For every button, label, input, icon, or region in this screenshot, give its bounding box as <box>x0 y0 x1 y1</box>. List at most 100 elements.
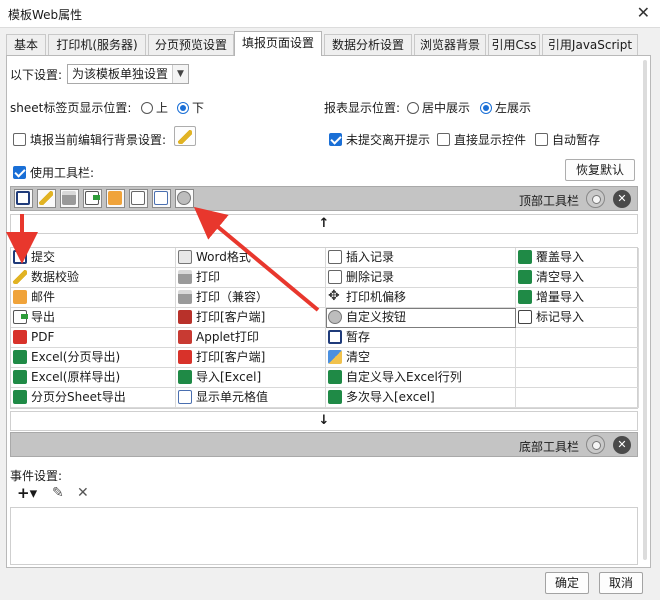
sheet-tab-position-label: sheet标签页显示位置: <box>10 101 132 115</box>
export-icon[interactable] <box>83 189 102 208</box>
tab-fill-page[interactable]: 填报页面设置 <box>234 31 322 56</box>
autosave-option[interactable]: 自动暂存 <box>535 131 600 148</box>
top-toolbar-remove-icon[interactable]: ✕ <box>613 190 631 208</box>
grid-button-item[interactable]: Applet打印 <box>176 328 326 348</box>
chevron-down-icon: ▼ <box>172 65 188 83</box>
tab-basic[interactable]: 基本 <box>6 34 46 55</box>
mail-icon <box>13 290 27 304</box>
grid-button-label: 打印（兼容） <box>196 290 269 304</box>
scrollbar[interactable] <box>643 60 647 560</box>
grid-button-item[interactable]: 插入记录 <box>326 248 516 268</box>
event-list[interactable] <box>10 507 638 565</box>
report-left-option[interactable]: 左展示 <box>480 99 531 116</box>
grid-button-item[interactable]: 自定义导入Excel行列 <box>326 368 516 388</box>
grid-button-label: 打印 <box>196 270 221 284</box>
applet-icon <box>178 330 192 344</box>
move-up-arrow[interactable]: ↑ <box>10 214 638 234</box>
edit-icon[interactable] <box>37 189 56 208</box>
fill-row-bg-option[interactable]: 填报当前编辑行背景设置: <box>13 131 166 148</box>
tree-icon[interactable] <box>129 189 148 208</box>
edit-event-icon[interactable]: ✎ <box>52 485 64 501</box>
print-glyph <box>62 191 76 205</box>
window-icon[interactable] <box>152 189 171 208</box>
plain-icon <box>178 390 192 404</box>
save-icon[interactable] <box>14 189 33 208</box>
insert-icon <box>328 270 342 284</box>
report-center-option[interactable]: 居中展示 <box>407 99 470 116</box>
grid-button-item[interactable]: 清空 <box>326 348 516 368</box>
grid-button-item[interactable]: 打印机偏移 <box>326 288 516 308</box>
grid-button-item[interactable]: 覆盖导入 <box>516 248 639 268</box>
tab-data-analysis[interactable]: 数据分析设置 <box>324 34 412 55</box>
tab-css[interactable]: 引用Css <box>488 34 540 55</box>
excel-icon <box>328 370 342 384</box>
top-toolbar-settings-icon[interactable] <box>586 189 605 208</box>
grid-button-item[interactable]: 增量导入 <box>516 288 639 308</box>
grid-button-item[interactable]: 自定义按钮 <box>326 308 516 328</box>
grid-button-item[interactable]: 打印 <box>176 268 326 288</box>
grid-button-item[interactable]: 显示单元格值 <box>176 388 326 408</box>
grid-button-item[interactable]: 打印（兼容） <box>176 288 326 308</box>
bottom-toolbar-label: 底部工具栏 <box>518 440 579 454</box>
edit-glyph <box>39 191 53 205</box>
print-icon <box>178 270 192 284</box>
grid-button-item[interactable]: 标记导入 <box>516 308 639 328</box>
grid-button-item[interactable]: PDF <box>11 328 176 348</box>
grid-button-item[interactable]: 多次导入[excel] <box>326 388 516 408</box>
checkbox-checked-icon <box>329 133 342 146</box>
close-icon[interactable]: ✕ <box>637 3 650 22</box>
grid-button-item[interactable]: 导出 <box>11 308 176 328</box>
export-icon <box>13 310 28 324</box>
move-down-arrow[interactable]: ↓ <box>10 411 638 431</box>
title-bar: 模板Web属性 ✕ <box>0 0 660 28</box>
ok-button[interactable]: 确定 <box>545 572 589 594</box>
radio-label: 上 <box>156 101 169 115</box>
grid-button-item[interactable]: 邮件 <box>11 288 176 308</box>
grid-button-item[interactable]: 打印[客户端] <box>176 348 326 368</box>
tab-strip: 基本 打印机(服务器) 分页预览设置 填报页面设置 数据分析设置 浏览器背景 引… <box>6 31 656 56</box>
mark-icon <box>518 310 532 324</box>
sheet-tab-top-option[interactable]: 上 <box>141 99 168 116</box>
add-event-icon[interactable]: +▾ <box>17 484 37 502</box>
pdf-icon <box>178 350 192 364</box>
excel-icon <box>328 390 342 404</box>
grid-button-item[interactable]: 暂存 <box>326 328 516 348</box>
mail-icon[interactable] <box>106 189 125 208</box>
restore-default-button[interactable]: 恢复默认 <box>565 159 635 181</box>
delete-event-icon[interactable]: ✕ <box>77 485 89 501</box>
grid-button-item[interactable]: Excel(原样导出) <box>11 368 176 388</box>
grid-button-item[interactable]: 导入[Excel] <box>176 368 326 388</box>
save-icon <box>13 250 27 264</box>
fill-bg-edit-button[interactable] <box>174 126 196 146</box>
grid-button-item[interactable]: Word格式 <box>176 248 326 268</box>
scope-select[interactable]: 为该模板单独设置 ▼ <box>67 64 189 84</box>
direct-widget-option[interactable]: 直接显示控件 <box>437 131 526 148</box>
sheet-tab-bottom-option[interactable]: 下 <box>177 99 204 116</box>
print-icon[interactable] <box>60 189 79 208</box>
excel-icon <box>518 250 532 264</box>
grid-button-item[interactable]: 删除记录 <box>326 268 516 288</box>
use-toolbar-option[interactable]: 使用工具栏: <box>13 164 94 181</box>
grid-button-item[interactable]: Excel(分页导出) <box>11 348 176 368</box>
bottom-toolbar: 底部工具栏 ✕ <box>10 432 638 457</box>
tab-browser-bg[interactable]: 浏览器背景 <box>414 34 486 55</box>
tab-printer-server[interactable]: 打印机(服务器) <box>48 34 146 55</box>
grid-button-label: 多次导入[excel] <box>346 390 435 404</box>
unsubmitted-leave-option[interactable]: 未提交离开提示 <box>329 131 430 148</box>
grid-button-item[interactable]: 清空导入 <box>516 268 639 288</box>
tab-page-preview[interactable]: 分页预览设置 <box>148 34 234 55</box>
scope-select-value: 为该模板单独设置 <box>72 67 169 81</box>
pdf-icon <box>13 330 27 344</box>
grid-button-item[interactable]: 打印[客户端] <box>176 308 326 328</box>
grid-button-item[interactable]: 提交 <box>11 248 176 268</box>
paint-icon <box>178 130 192 144</box>
bottom-toolbar-remove-icon[interactable]: ✕ <box>613 436 631 454</box>
bottom-toolbar-settings-icon[interactable] <box>586 435 605 454</box>
grid-button-item[interactable]: 数据校验 <box>11 268 176 288</box>
gear-icon[interactable] <box>175 189 194 208</box>
cancel-button[interactable]: 取消 <box>599 572 643 594</box>
tab-javascript[interactable]: 引用JavaScript <box>542 34 638 55</box>
top-toolbar: 顶部工具栏 ✕ <box>10 186 638 211</box>
grid-button-item[interactable]: 分页分Sheet导出 <box>11 388 176 408</box>
grid-button-label: 插入记录 <box>346 250 395 264</box>
